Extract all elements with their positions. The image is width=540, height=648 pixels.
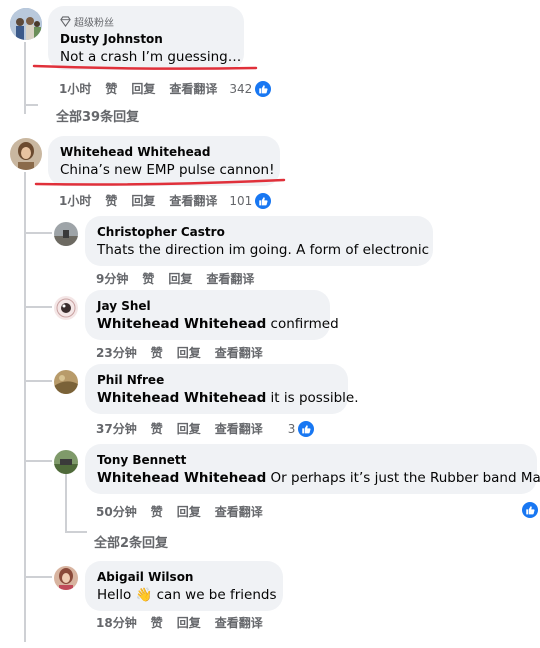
avatar-image <box>10 138 42 170</box>
reply-text: Whitehead Whitehead it is possible. <box>97 390 359 406</box>
waving-hand-emoji: 👋 <box>135 587 153 603</box>
reply-actions: 9分钟 赞 回复 查看翻译 <box>96 270 268 287</box>
translate-button[interactable]: 查看翻译 <box>215 420 263 437</box>
avatar-image <box>54 450 78 474</box>
reply-time[interactable]: 50分钟 <box>96 503 137 520</box>
reply-author[interactable]: Christopher Castro <box>97 224 421 240</box>
comment-bubble: Whitehead Whitehead China’s new EMP puls… <box>48 136 280 186</box>
translate-button[interactable]: 查看翻译 <box>215 614 263 631</box>
translate-button[interactable]: 查看翻译 <box>215 344 263 361</box>
like-button[interactable]: 赞 <box>151 420 163 437</box>
reply-button[interactable]: 回复 <box>131 192 155 209</box>
thread-line <box>65 531 87 533</box>
like-button[interactable]: 赞 <box>142 270 154 287</box>
reply-bubble: Tony Bennett Whitehead Whitehead Or perh… <box>85 444 540 494</box>
reaction-count[interactable]: 3 <box>287 420 329 437</box>
comment-text: China’s new EMP pulse cannon! <box>60 162 275 178</box>
thumbs-up-icon <box>298 420 315 437</box>
thread-line <box>24 576 52 578</box>
comment-text: Not a crash I’m guessing… <box>60 49 242 65</box>
avatar-image <box>54 566 78 590</box>
thumbs-up-icon <box>255 80 272 97</box>
comment-actions: 1小时 赞 回复 查看翻译 342 <box>59 80 285 97</box>
like-button[interactable]: 赞 <box>151 614 163 631</box>
thumbs-up-icon[interactable] <box>522 502 538 518</box>
comment-author[interactable]: Dusty Johnston <box>60 31 232 47</box>
avatar[interactable] <box>54 296 78 320</box>
reply-time[interactable]: 9分钟 <box>96 270 128 287</box>
reply-author[interactable]: Tony Bennett <box>97 452 525 468</box>
fan-badge-label: 超级粉丝 <box>74 18 114 29</box>
avatar[interactable] <box>54 370 78 394</box>
like-button[interactable]: 赞 <box>151 344 163 361</box>
translate-button[interactable]: 查看翻译 <box>215 503 263 520</box>
translate-button[interactable]: 查看翻译 <box>206 270 254 287</box>
reply-bubble: Christopher Castro Thats the direction i… <box>85 216 433 266</box>
translate-button[interactable]: 查看翻译 <box>169 80 217 97</box>
reply-actions: 50分钟 赞 回复 查看翻译 <box>96 503 277 520</box>
reply-author[interactable]: Jay Shel <box>97 298 318 314</box>
thread-line <box>24 104 38 106</box>
like-button[interactable]: 赞 <box>105 80 117 97</box>
avatar[interactable] <box>54 566 78 590</box>
mention-link[interactable]: Whitehead Whitehead <box>97 390 266 406</box>
reply-text: Hello 👋 can we be friends <box>97 587 277 603</box>
thread-line <box>65 472 67 532</box>
reply-button[interactable]: 回复 <box>177 344 201 361</box>
reply-button[interactable]: 回复 <box>168 270 192 287</box>
reply-button[interactable]: 回复 <box>177 614 201 631</box>
reply-button[interactable]: 回复 <box>177 503 201 520</box>
comment-author[interactable]: Whitehead Whitehead <box>60 144 268 160</box>
reply-bubble: Abigail Wilson Hello 👋 can we be friends <box>85 561 283 611</box>
reply-time[interactable]: 23分钟 <box>96 344 137 361</box>
avatar-image <box>54 296 78 320</box>
avatar-image <box>10 8 42 40</box>
avatar-image <box>54 370 78 394</box>
reply-author[interactable]: Phil Nfree <box>97 372 336 388</box>
avatar-image <box>54 222 78 246</box>
thread-line <box>24 460 52 462</box>
reply-actions: 37分钟 赞 回复 查看翻译 3 <box>96 420 328 437</box>
comment-actions: 1小时 赞 回复 查看翻译 101 <box>59 192 285 209</box>
reply-actions: 18分钟 赞 回复 查看翻译 <box>96 614 277 631</box>
mention-link[interactable]: Whitehead Whitehead <box>97 470 266 486</box>
reply-actions: 23分钟 赞 回复 查看翻译 <box>96 344 277 361</box>
diamond-icon <box>60 16 71 27</box>
thread-line <box>24 232 52 234</box>
reply-text: Whitehead Whitehead confirmed <box>97 316 339 332</box>
avatar[interactable] <box>54 222 78 246</box>
thread-line <box>24 172 26 642</box>
reply-button[interactable]: 回复 <box>131 80 155 97</box>
reply-button[interactable]: 回复 <box>177 420 201 437</box>
like-button[interactable]: 赞 <box>105 192 117 209</box>
thumbs-up-icon <box>255 192 272 209</box>
like-count: 101 <box>229 193 253 208</box>
avatar[interactable] <box>10 8 42 40</box>
reply-text: Whitehead Whitehead Or perhaps it’s just… <box>97 470 540 486</box>
thread-line <box>24 380 52 382</box>
reply-author[interactable]: Abigail Wilson <box>97 569 271 585</box>
view-all-replies[interactable]: 全部39条回复 <box>56 106 139 125</box>
avatar[interactable] <box>10 138 42 170</box>
translate-button[interactable]: 查看翻译 <box>169 192 217 209</box>
view-all-replies[interactable]: 全部2条回复 <box>94 532 168 551</box>
mention-link[interactable]: Whitehead Whitehead <box>97 316 266 332</box>
like-button[interactable]: 赞 <box>151 503 163 520</box>
reply-time[interactable]: 37分钟 <box>96 420 137 437</box>
thread-line <box>24 306 52 308</box>
reply-time[interactable]: 18分钟 <box>96 614 137 631</box>
reply-bubble: Phil Nfree Whitehead Whitehead it is pos… <box>85 364 359 414</box>
reply-text: Thats the direction im going. A form of … <box>97 242 429 258</box>
reaction-count[interactable]: 101 <box>229 192 285 209</box>
reply-bubble: Jay Shel Whitehead Whitehead confirmed <box>85 290 339 340</box>
like-count: 342 <box>229 81 253 96</box>
comment-time[interactable]: 1小时 <box>59 192 91 209</box>
reaction-count[interactable]: 342 <box>229 80 285 97</box>
comment-time[interactable]: 1小时 <box>59 80 91 97</box>
like-count: 3 <box>287 421 296 436</box>
avatar[interactable] <box>54 450 78 474</box>
comment-bubble: 超级粉丝 Dusty Johnston Not a crash I’m gues… <box>48 6 244 70</box>
